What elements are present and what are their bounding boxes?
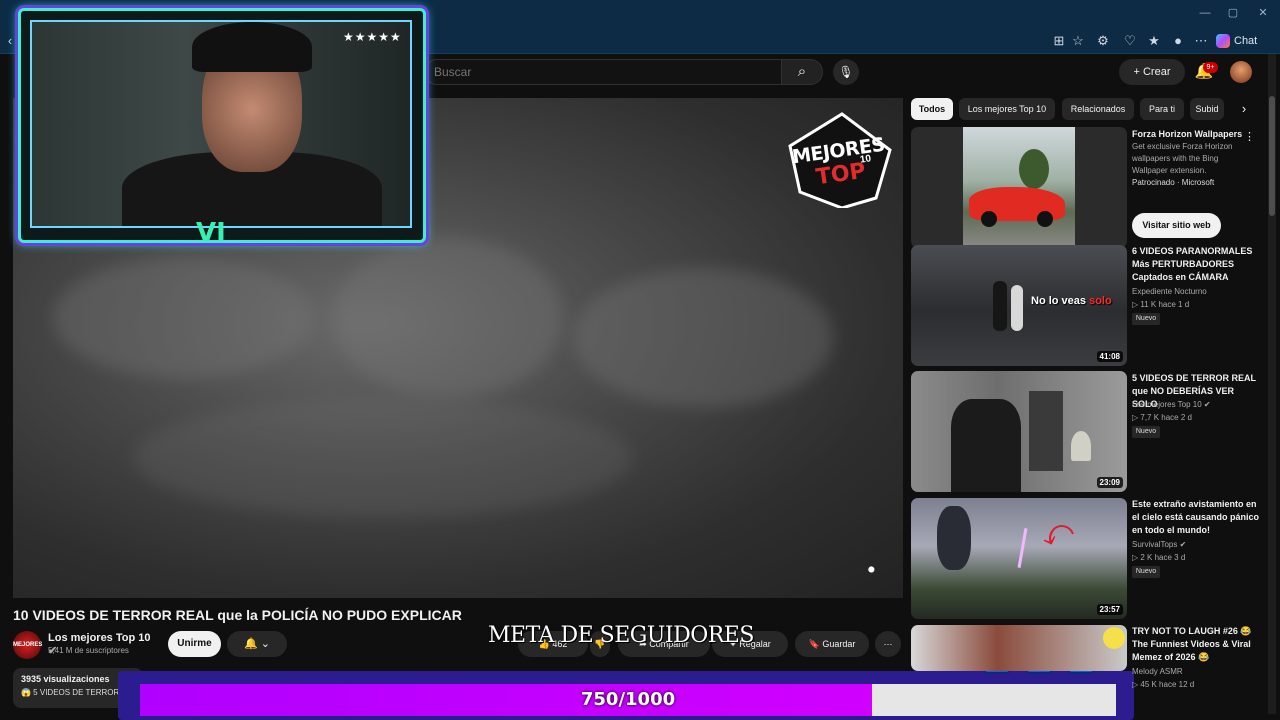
follower-goal-count: 750/1000 xyxy=(580,689,676,710)
webcam-feed xyxy=(30,20,412,228)
subscriber-count: 5,41 M de suscriptores xyxy=(48,646,129,655)
channel-avatar[interactable]: MEJORES xyxy=(13,631,42,659)
scrollbar-thumb[interactable] xyxy=(1269,96,1275,216)
chevron-right-icon[interactable]: › xyxy=(1234,99,1254,119)
video-thumbnail[interactable]: 23:09 xyxy=(911,371,1127,492)
video-meta: ▷ 11 K hace 1 d xyxy=(1132,300,1190,309)
bookmark-icon: 🔖 xyxy=(808,639,820,649)
save-button[interactable]: 🔖 Guardar xyxy=(795,631,869,657)
profile-icon[interactable]: ● xyxy=(1170,33,1186,49)
apps-icon[interactable]: ⊞ xyxy=(1051,33,1067,49)
new-badge: Nuevo xyxy=(1132,313,1160,325)
video-meta: ▷ 45 K hace 12 d xyxy=(1132,680,1195,689)
extensions-icon[interactable]: ⚙ xyxy=(1095,33,1111,49)
streamer-badge: VI xyxy=(196,218,226,248)
more-icon[interactable]: ⋯ xyxy=(1193,33,1209,49)
chip-relacionados[interactable]: Relacionados xyxy=(1062,98,1134,120)
video-duration: 23:09 xyxy=(1096,477,1123,488)
notification-count-badge: 9+ xyxy=(1203,62,1218,73)
chat-button[interactable]: Chat xyxy=(1216,31,1262,51)
chip-todos[interactable]: Todos xyxy=(911,98,953,120)
search-input[interactable] xyxy=(434,61,764,83)
record-indicator-icon: ⬤ xyxy=(868,567,875,573)
star-rating: ★★★★★ xyxy=(343,30,402,44)
chevron-down-icon: ⌄ xyxy=(260,638,270,650)
visit-website-button[interactable]: Visitar sitio web xyxy=(1132,213,1221,238)
video-title-link[interactable]: 6 VIDEOS PARANORMALES Más PERTURBADORES … xyxy=(1132,245,1262,284)
mic-icon: 🎙 xyxy=(838,65,854,79)
chat-label: Chat xyxy=(1234,35,1258,47)
join-button[interactable]: Unirme xyxy=(168,631,221,657)
subscription-bell-button[interactable]: 🔔 ⌄ xyxy=(227,631,287,657)
maximize-icon[interactable]: ▢ xyxy=(1226,6,1240,20)
video-duration: 23:57 xyxy=(1096,604,1123,615)
video-title-link[interactable]: Este extraño avistamiento en el cielo es… xyxy=(1132,498,1262,537)
thumb-caption-red: solo xyxy=(1089,295,1112,307)
video-channel[interactable]: SurvivalTops ✔ xyxy=(1132,540,1262,551)
chip-para-ti[interactable]: Para ti xyxy=(1140,98,1184,120)
video-meta: ▷ 2 K hace 3 d xyxy=(1132,553,1186,562)
chip-subidos[interactable]: Subid xyxy=(1190,98,1224,120)
search-button[interactable]: ⌕ xyxy=(781,59,823,85)
more-actions-button[interactable]: ⋯ xyxy=(875,631,901,657)
video-meta: ▷ 7,7 K hace 2 d xyxy=(1132,413,1192,422)
ad-menu-icon[interactable]: ⋮ xyxy=(1244,130,1255,144)
channel-watermark-logo: MEJORES TOP 10 xyxy=(786,112,898,208)
follower-goal-title: META DE SEGUIDORES xyxy=(488,623,754,648)
video-channel[interactable]: Expediente Nocturno xyxy=(1132,287,1262,298)
favorites-icon[interactable]: ★ xyxy=(1146,33,1162,49)
save-label: Guardar xyxy=(822,639,856,649)
voice-search-button[interactable]: 🎙 xyxy=(833,59,859,85)
thumb-caption: No lo veas xyxy=(1031,295,1087,307)
chip-top10[interactable]: Los mejores Top 10 xyxy=(959,98,1055,120)
video-thumbnail[interactable]: ⤺ 23:57 xyxy=(911,498,1127,619)
copilot-icon xyxy=(1216,34,1230,49)
back-icon[interactable]: ‹ xyxy=(2,33,18,49)
video-duration: 41:08 xyxy=(1096,351,1123,362)
bell-icon: 🔔 xyxy=(244,638,258,650)
ad-title[interactable]: Forza Horizon Wallpapers xyxy=(1132,128,1262,141)
video-title-link[interactable]: TRY NOT TO LAUGH #26 😂 The Funniest Vide… xyxy=(1132,625,1262,664)
ad-thumbnail[interactable] xyxy=(911,127,1127,248)
new-badge: Nuevo xyxy=(1132,566,1160,578)
video-channel[interactable]: Los mejores Top 10 ✔ xyxy=(1132,400,1262,411)
video-channel[interactable]: Melody ASMR xyxy=(1132,667,1262,678)
more-icon: ⋯ xyxy=(883,639,893,649)
channel-name[interactable]: Los mejores Top 10 ✔ xyxy=(48,632,158,657)
video-thumbnail[interactable] xyxy=(911,625,1127,671)
search-icon: ⌕ xyxy=(797,63,807,80)
performance-icon[interactable]: ♡ xyxy=(1122,33,1138,49)
close-icon[interactable]: ✕ xyxy=(1256,6,1270,20)
minimize-icon[interactable]: — xyxy=(1198,6,1212,20)
ad-sponsor: Patrocinado · Microsoft xyxy=(1132,178,1215,187)
video-thumbnail[interactable]: No lo veas solo 41:08 xyxy=(911,245,1127,366)
account-avatar[interactable] xyxy=(1230,61,1252,83)
favorite-star-icon[interactable]: ☆ xyxy=(1070,33,1086,49)
create-button[interactable]: + Crear xyxy=(1119,59,1185,85)
new-badge: Nuevo xyxy=(1132,426,1160,438)
ad-description: Get exclusive Forza Horizon wallpapers w… xyxy=(1132,142,1233,175)
